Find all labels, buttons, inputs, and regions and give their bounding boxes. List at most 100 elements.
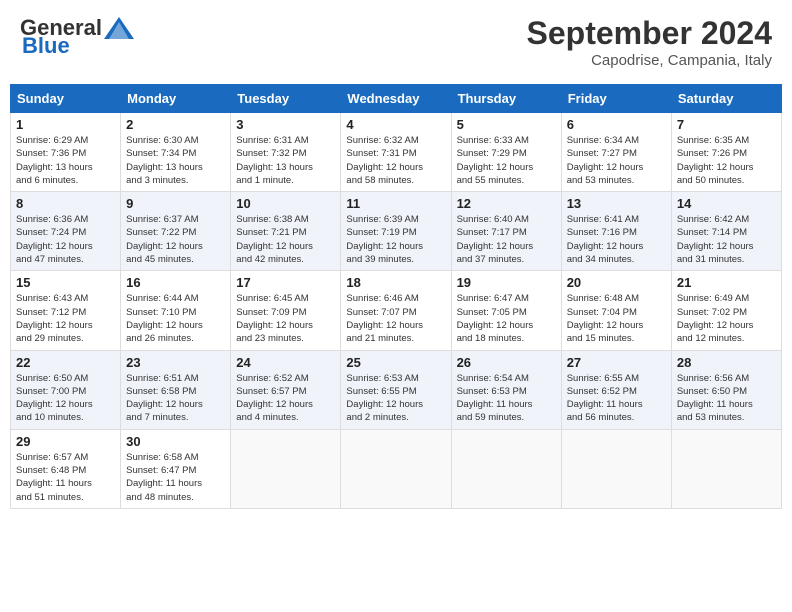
calendar-day-cell xyxy=(231,429,341,508)
calendar-day-cell xyxy=(671,429,781,508)
calendar-day-cell: 20 Sunrise: 6:48 AMSunset: 7:04 PMDayligh… xyxy=(561,271,671,350)
calendar-day-cell: 14 Sunrise: 6:42 AMSunset: 7:14 PMDayligh… xyxy=(671,192,781,271)
calendar-day-cell: 25 Sunrise: 6:53 AMSunset: 6:55 PMDayligh… xyxy=(341,350,451,429)
day-number: 13 xyxy=(567,196,666,211)
location-subtitle: Capodrise, Campania, Italy xyxy=(527,52,772,69)
calendar-day-cell xyxy=(561,429,671,508)
column-header-friday: Friday xyxy=(561,85,671,113)
column-header-saturday: Saturday xyxy=(671,85,781,113)
day-info: Sunrise: 6:45 AMSunset: 7:09 PMDaylight:… xyxy=(236,292,335,345)
day-number: 26 xyxy=(457,355,556,370)
day-number: 5 xyxy=(457,117,556,132)
day-number: 2 xyxy=(126,117,225,132)
day-info: Sunrise: 6:47 AMSunset: 7:05 PMDaylight:… xyxy=(457,292,556,345)
calendar-week-row: 8 Sunrise: 6:36 AMSunset: 7:24 PMDaylight… xyxy=(11,192,782,271)
day-number: 29 xyxy=(16,434,115,449)
day-number: 30 xyxy=(126,434,225,449)
calendar-week-row: 29 Sunrise: 6:57 AMSunset: 6:48 PMDayligh… xyxy=(11,429,782,508)
calendar-day-cell: 21 Sunrise: 6:49 AMSunset: 7:02 PMDayligh… xyxy=(671,271,781,350)
day-number: 19 xyxy=(457,275,556,290)
day-number: 23 xyxy=(126,355,225,370)
calendar-day-cell: 22 Sunrise: 6:50 AMSunset: 7:00 PMDayligh… xyxy=(11,350,121,429)
day-info: Sunrise: 6:58 AMSunset: 6:47 PMDaylight:… xyxy=(126,451,225,504)
day-info: Sunrise: 6:40 AMSunset: 7:17 PMDaylight:… xyxy=(457,213,556,266)
day-info: Sunrise: 6:55 AMSunset: 6:52 PMDaylight:… xyxy=(567,372,666,425)
calendar-day-cell: 7Sunrise: 6:35 AMSunset: 7:26 PMDaylight… xyxy=(671,113,781,192)
day-info: Sunrise: 6:29 AMSunset: 7:36 PMDaylight:… xyxy=(16,134,115,187)
day-number: 22 xyxy=(16,355,115,370)
day-info: Sunrise: 6:54 AMSunset: 6:53 PMDaylight:… xyxy=(457,372,556,425)
day-info: Sunrise: 6:32 AMSunset: 7:31 PMDaylight:… xyxy=(346,134,445,187)
day-number: 10 xyxy=(236,196,335,211)
day-info: Sunrise: 6:57 AMSunset: 6:48 PMDaylight:… xyxy=(16,451,115,504)
day-number: 21 xyxy=(677,275,776,290)
day-number: 27 xyxy=(567,355,666,370)
day-info: Sunrise: 6:37 AMSunset: 7:22 PMDaylight:… xyxy=(126,213,225,266)
column-header-monday: Monday xyxy=(121,85,231,113)
day-number: 15 xyxy=(16,275,115,290)
day-info: Sunrise: 6:39 AMSunset: 7:19 PMDaylight:… xyxy=(346,213,445,266)
day-number: 17 xyxy=(236,275,335,290)
calendar-week-row: 22 Sunrise: 6:50 AMSunset: 7:00 PMDayligh… xyxy=(11,350,782,429)
logo: General Blue xyxy=(20,15,134,59)
day-info: Sunrise: 6:53 AMSunset: 6:55 PMDaylight:… xyxy=(346,372,445,425)
calendar-day-cell: 2Sunrise: 6:30 AMSunset: 7:34 PMDaylight… xyxy=(121,113,231,192)
calendar-day-cell: 15Sunrise: 6:43 AMSunset: 7:12 PMDayligh… xyxy=(11,271,121,350)
day-info: Sunrise: 6:49 AMSunset: 7:02 PMDaylight:… xyxy=(677,292,776,345)
calendar-day-cell: 28 Sunrise: 6:56 AMSunset: 6:50 PMDayligh… xyxy=(671,350,781,429)
day-info: Sunrise: 6:44 AMSunset: 7:10 PMDaylight:… xyxy=(126,292,225,345)
calendar-day-cell: 23 Sunrise: 6:51 AMSunset: 6:58 PMDayligh… xyxy=(121,350,231,429)
day-info: Sunrise: 6:52 AMSunset: 6:57 PMDaylight:… xyxy=(236,372,335,425)
day-number: 6 xyxy=(567,117,666,132)
day-number: 25 xyxy=(346,355,445,370)
page-header: General Blue September 2024 Capodrise, C… xyxy=(10,10,782,74)
calendar-day-cell: 1 Sunrise: 6:29 AMSunset: 7:36 PMDaylight… xyxy=(11,113,121,192)
day-number: 28 xyxy=(677,355,776,370)
calendar-day-cell: 26 Sunrise: 6:54 AMSunset: 6:53 PMDayligh… xyxy=(451,350,561,429)
day-info: Sunrise: 6:38 AMSunset: 7:21 PMDaylight:… xyxy=(236,213,335,266)
day-info: Sunrise: 6:36 AMSunset: 7:24 PMDaylight:… xyxy=(16,213,115,266)
calendar-day-cell: 19 Sunrise: 6:47 AMSunset: 7:05 PMDayligh… xyxy=(451,271,561,350)
calendar-table: SundayMondayTuesdayWednesdayThursdayFrid… xyxy=(10,84,782,509)
day-info: Sunrise: 6:42 AMSunset: 7:14 PMDaylight:… xyxy=(677,213,776,266)
day-number: 24 xyxy=(236,355,335,370)
calendar-week-row: 1 Sunrise: 6:29 AMSunset: 7:36 PMDaylight… xyxy=(11,113,782,192)
day-info: Sunrise: 6:48 AMSunset: 7:04 PMDaylight:… xyxy=(567,292,666,345)
calendar-day-cell: 30 Sunrise: 6:58 AMSunset: 6:47 PMDayligh… xyxy=(121,429,231,508)
calendar-day-cell: 9 Sunrise: 6:37 AMSunset: 7:22 PMDaylight… xyxy=(121,192,231,271)
day-info: Sunrise: 6:33 AMSunset: 7:29 PMDaylight:… xyxy=(457,134,556,187)
column-header-tuesday: Tuesday xyxy=(231,85,341,113)
calendar-header-row: SundayMondayTuesdayWednesdayThursdayFrid… xyxy=(11,85,782,113)
calendar-day-cell: 5 Sunrise: 6:33 AMSunset: 7:29 PMDaylight… xyxy=(451,113,561,192)
day-info: Sunrise: 6:56 AMSunset: 6:50 PMDaylight:… xyxy=(677,372,776,425)
day-info: Sunrise: 6:41 AMSunset: 7:16 PMDaylight:… xyxy=(567,213,666,266)
calendar-day-cell: 10 Sunrise: 6:38 AMSunset: 7:21 PMDayligh… xyxy=(231,192,341,271)
day-info: Sunrise: 6:46 AMSunset: 7:07 PMDaylight:… xyxy=(346,292,445,345)
day-number: 14 xyxy=(677,196,776,211)
day-info: Sunrise: 6:34 AMSunset: 7:27 PMDaylight:… xyxy=(567,134,666,187)
column-header-sunday: Sunday xyxy=(11,85,121,113)
day-number: 4 xyxy=(346,117,445,132)
day-number: 9 xyxy=(126,196,225,211)
day-number: 8 xyxy=(16,196,115,211)
day-number: 11 xyxy=(346,196,445,211)
day-number: 20 xyxy=(567,275,666,290)
calendar-day-cell xyxy=(451,429,561,508)
calendar-day-cell: 4 Sunrise: 6:32 AMSunset: 7:31 PMDaylight… xyxy=(341,113,451,192)
day-number: 12 xyxy=(457,196,556,211)
day-number: 16 xyxy=(126,275,225,290)
day-number: 3 xyxy=(236,117,335,132)
day-info: Sunrise: 6:51 AMSunset: 6:58 PMDaylight:… xyxy=(126,372,225,425)
day-number: 1 xyxy=(16,117,115,132)
calendar-day-cell: 13 Sunrise: 6:41 AMSunset: 7:16 PMDayligh… xyxy=(561,192,671,271)
title-area: September 2024 Capodrise, Campania, Ital… xyxy=(527,15,772,69)
day-info: Sunrise: 6:50 AMSunset: 7:00 PMDaylight:… xyxy=(16,372,115,425)
calendar-day-cell: 12 Sunrise: 6:40 AMSunset: 7:17 PMDayligh… xyxy=(451,192,561,271)
calendar-day-cell: 11 Sunrise: 6:39 AMSunset: 7:19 PMDayligh… xyxy=(341,192,451,271)
calendar-day-cell: 3 Sunrise: 6:31 AMSunset: 7:32 PMDaylight… xyxy=(231,113,341,192)
month-title: September 2024 xyxy=(527,15,772,52)
calendar-day-cell: 18Sunrise: 6:46 AMSunset: 7:07 PMDayligh… xyxy=(341,271,451,350)
calendar-day-cell: 17 Sunrise: 6:45 AMSunset: 7:09 PMDayligh… xyxy=(231,271,341,350)
day-info: Sunrise: 6:31 AMSunset: 7:32 PMDaylight:… xyxy=(236,134,335,187)
calendar-day-cell xyxy=(341,429,451,508)
